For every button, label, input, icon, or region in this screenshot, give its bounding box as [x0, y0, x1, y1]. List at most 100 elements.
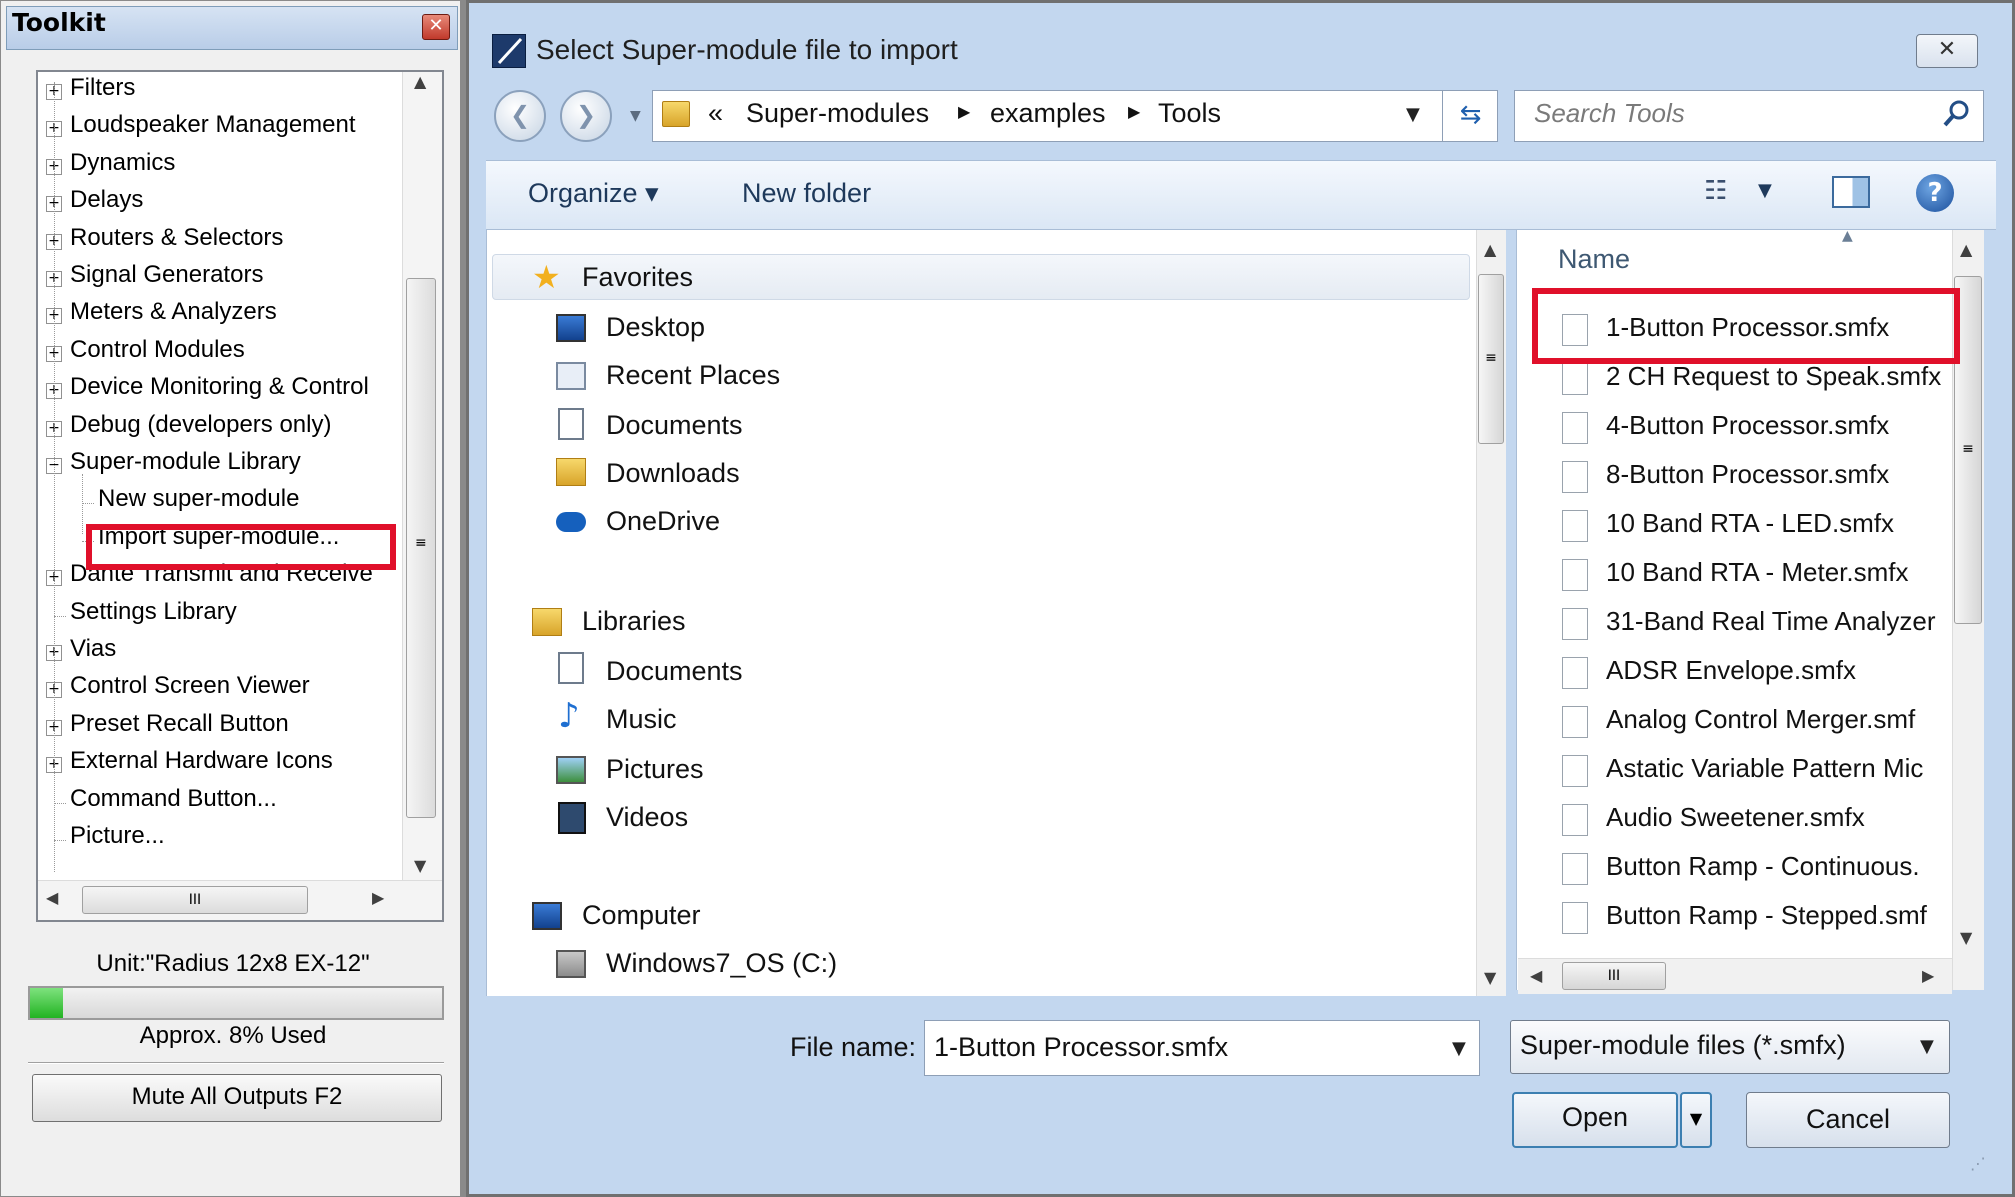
dialog-close-button[interactable]: ✕	[1916, 34, 1978, 68]
tree-item[interactable]: Dynamics	[70, 149, 175, 177]
open-split-dropdown-icon[interactable]: ▼	[1680, 1092, 1712, 1148]
tree-item[interactable]: External Hardware Icons	[70, 747, 333, 775]
nav-computer[interactable]: Computer	[582, 900, 701, 931]
resize-grip-icon[interactable]: ⋰	[1970, 1154, 1986, 1173]
tree-item[interactable]: New super-module	[98, 485, 299, 513]
file-type-value[interactable]: Super-module files (*.smfx)	[1520, 1030, 1846, 1061]
file-name-value[interactable]: 1-Button Processor.smfx	[934, 1032, 1228, 1063]
scroll-down-arrow-icon[interactable]: ▼	[1484, 968, 1496, 987]
scroll-right-arrow-icon[interactable]: ▶	[1922, 966, 1934, 985]
tree-item[interactable]: Debug (developers only)	[70, 411, 331, 439]
new-folder-button[interactable]: New folder	[742, 178, 871, 209]
scroll-left-arrow-icon[interactable]: ◀	[46, 888, 58, 907]
tree-item[interactable]: Device Monitoring & Control	[70, 373, 369, 401]
tree-item[interactable]: Preset Recall Button	[70, 710, 289, 738]
breadcrumb-arrow-icon[interactable]: ▶	[958, 102, 970, 121]
file-horizontal-scroll-thumb[interactable]: III	[1562, 962, 1666, 990]
file-name: Astatic Variable Pattern Mic	[1606, 753, 1924, 783]
file-row[interactable]: Button Ramp - Continuous.	[1562, 849, 1962, 889]
tree-item[interactable]: Filters	[70, 74, 135, 102]
tree-item[interactable]: Loudspeaker Management	[70, 111, 356, 139]
tree-vertical-scroll-thumb[interactable]: ≡	[406, 278, 436, 818]
nav-music[interactable]: Music	[606, 704, 677, 735]
forward-button[interactable]: ❯	[560, 90, 612, 142]
tree-horizontal-scroll-thumb[interactable]: III	[82, 886, 308, 914]
breadcrumb-examples[interactable]: examples	[990, 98, 1106, 129]
back-button[interactable]: ❮	[494, 90, 546, 142]
tree-item[interactable]: Delays	[70, 186, 143, 214]
nav-desktop[interactable]: Desktop	[606, 312, 705, 343]
tree-item[interactable]: Control Modules	[70, 336, 245, 364]
scroll-up-arrow-icon[interactable]: ▲	[414, 72, 426, 91]
help-icon[interactable]: ?	[1916, 174, 1954, 212]
recent-locations-dropdown-icon[interactable]: ▼	[630, 108, 641, 124]
scroll-left-arrow-icon[interactable]: ◀	[1530, 966, 1542, 985]
nav-onedrive[interactable]: OneDrive	[606, 506, 720, 537]
tree-item[interactable]: Routers & Selectors	[70, 224, 283, 252]
nav-favorites[interactable]: Favorites	[582, 262, 693, 293]
file-type-dropdown-icon[interactable]: ▼	[1920, 1036, 1934, 1057]
nav-libraries[interactable]: Libraries	[582, 606, 686, 637]
file-row[interactable]: 4-Button Processor.smfx	[1562, 408, 1962, 448]
unit-label: Unit:"Radius 12x8 EX-12"	[96, 950, 370, 977]
file-row[interactable]: 2 CH Request to Speak.smfx	[1562, 359, 1962, 399]
tree-item[interactable]: Control Screen Viewer	[70, 672, 310, 700]
file-row[interactable]: Analog Control Merger.smf	[1562, 702, 1962, 742]
tree-item[interactable]: Settings Library	[70, 598, 237, 626]
nav-windows7-os[interactable]: Windows7_OS (C:)	[606, 948, 837, 979]
file-row[interactable]: Astatic Variable Pattern Mic	[1562, 751, 1962, 791]
breadcrumb-super-modules[interactable]: Super-modules	[746, 98, 929, 129]
folder-icon	[662, 101, 690, 127]
scroll-up-arrow-icon[interactable]: ▲	[1484, 240, 1496, 259]
mute-all-outputs-button[interactable]: Mute All Outputs F2	[32, 1074, 442, 1122]
preview-pane-icon[interactable]	[1832, 176, 1870, 208]
tree-item[interactable]: Command Button...	[70, 785, 277, 813]
breadcrumb-tools[interactable]: Tools	[1158, 98, 1221, 129]
scroll-down-arrow-icon[interactable]: ▼	[1960, 928, 1972, 947]
selected-file-highlight-box	[1532, 288, 1960, 364]
file-name: Button Ramp - Continuous.	[1606, 851, 1920, 881]
nav-pictures[interactable]: Pictures	[606, 754, 704, 785]
refresh-icon[interactable]: ⇆	[1442, 90, 1498, 142]
scroll-right-arrow-icon[interactable]: ▶	[372, 888, 384, 907]
search-icon[interactable]	[1942, 98, 1972, 135]
nav-recent-places[interactable]: Recent Places	[606, 360, 780, 391]
tree-item[interactable]: Picture...	[70, 822, 165, 850]
nav-documents[interactable]: Documents	[606, 410, 743, 441]
file-row[interactable]: Button Ramp - Stepped.smf	[1562, 898, 1962, 938]
toolkit-close-icon[interactable]: ✕	[422, 14, 450, 40]
file-name-dropdown-icon[interactable]: ▼	[1452, 1038, 1466, 1059]
file-icon	[1562, 706, 1588, 738]
tree-item[interactable]: Super-module Library	[70, 448, 301, 476]
scroll-up-arrow-icon[interactable]: ▲	[1960, 240, 1972, 259]
open-button-label[interactable]: Open	[1562, 1102, 1628, 1133]
videos-icon	[558, 802, 586, 834]
breadcrumb-arrow-icon[interactable]: ▶	[1128, 102, 1140, 121]
file-icon	[1562, 363, 1588, 395]
tree-item[interactable]: Vias	[70, 635, 116, 663]
tree-item[interactable]: Signal Generators	[70, 261, 263, 289]
nav-downloads[interactable]: Downloads	[606, 458, 740, 489]
search-placeholder[interactable]: Search Tools	[1534, 98, 1685, 129]
nav-vertical-scroll-thumb[interactable]: ≡	[1478, 274, 1504, 444]
pictures-icon	[556, 756, 586, 784]
view-dropdown-icon[interactable]: ▼	[1758, 180, 1772, 201]
file-row[interactable]: 10 Band RTA - LED.smfx	[1562, 506, 1962, 546]
cancel-button[interactable]: Cancel	[1746, 1092, 1950, 1148]
column-header-name[interactable]: Name	[1558, 244, 1630, 275]
file-row[interactable]: 8-Button Processor.smfx	[1562, 457, 1962, 497]
sort-ascending-icon: ▲	[1842, 228, 1853, 244]
tree-item[interactable]: Meters & Analyzers	[70, 298, 277, 326]
view-options-icon[interactable]: ☷	[1704, 176, 1744, 210]
file-row[interactable]: ADSR Envelope.smfx	[1562, 653, 1962, 693]
file-row[interactable]: Audio Sweetener.smfx	[1562, 800, 1962, 840]
organize-button[interactable]: Organize ▾	[528, 178, 659, 209]
file-row[interactable]: 10 Band RTA - Meter.smfx	[1562, 555, 1962, 595]
breadcrumb-overflow[interactable]: «	[708, 98, 723, 129]
scroll-down-arrow-icon[interactable]: ▼	[414, 856, 426, 875]
nav-lib-documents[interactable]: Documents	[606, 656, 743, 687]
address-dropdown-icon[interactable]: ▼	[1406, 104, 1420, 125]
file-row[interactable]: 31-Band Real Time Analyzer	[1562, 604, 1962, 644]
document-icon	[558, 652, 584, 684]
nav-videos[interactable]: Videos	[606, 802, 688, 833]
